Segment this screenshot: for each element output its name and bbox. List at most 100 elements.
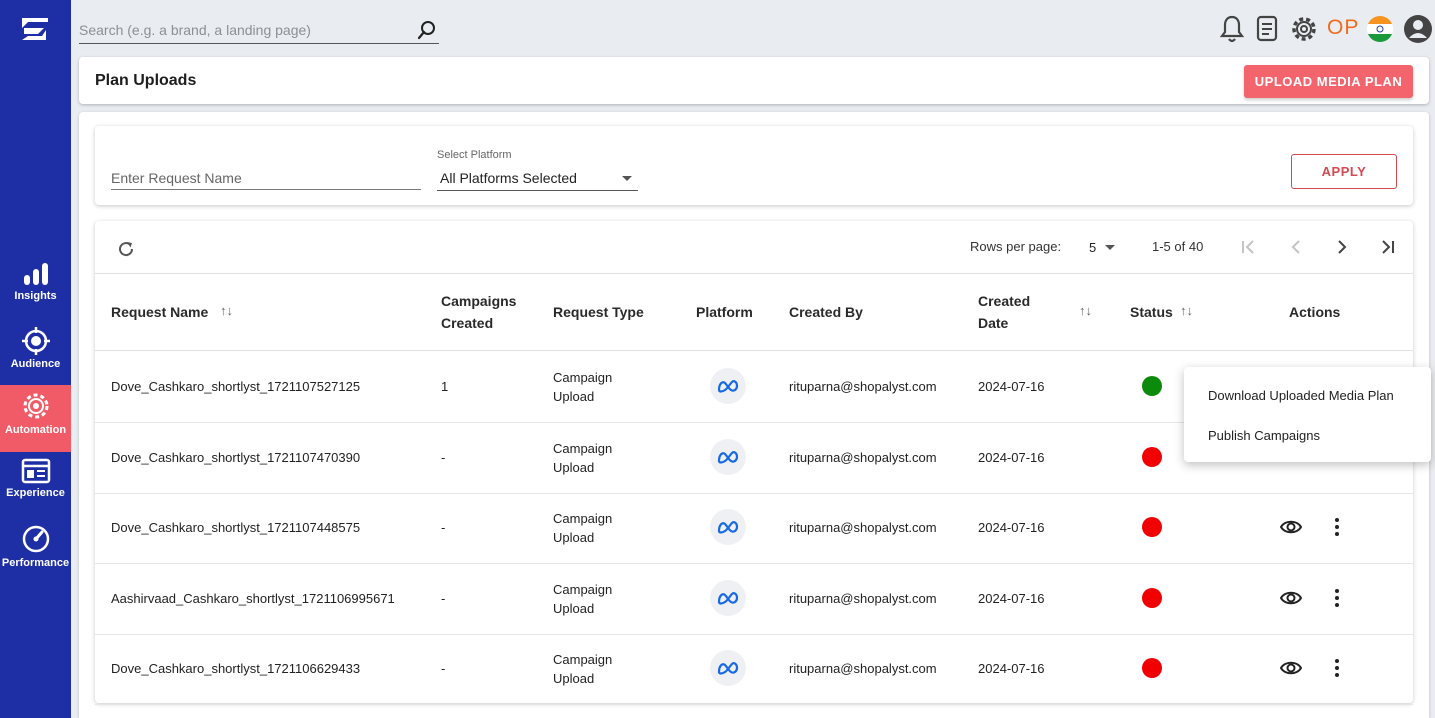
request-type-cell: Campaign Upload [553,580,612,618]
target-icon [21,327,50,355]
apply-button[interactable]: APPLY [1291,154,1397,189]
view-icon[interactable] [1280,658,1302,678]
created-by-cell: rituparna@shopalyst.com [789,520,937,535]
campaigns-created-cell: - [441,449,446,465]
sort-icon[interactable]: ↑↓ [1180,303,1193,318]
request-type-cell: Campaign Upload [553,650,612,688]
view-icon[interactable] [1280,517,1302,537]
platform-select[interactable]: All Platforms Selected [437,166,638,191]
bar-chart-icon [23,263,48,285]
table-header: Request Name ↑↓ Campaigns Created Reques… [95,273,1413,351]
column-header-created-date[interactable]: Created Date [978,290,1030,334]
avatar-icon[interactable] [1403,14,1433,44]
more-options-icon[interactable] [1333,658,1341,678]
status-indicator [1142,658,1162,678]
download-media-plan-menu-item[interactable]: Download Uploaded Media Plan [1208,388,1394,403]
previous-page-icon[interactable] [1288,237,1304,257]
created-date-cell: 2024-07-16 [978,379,1045,394]
more-options-icon[interactable] [1333,517,1341,537]
platform-select-value: All Platforms Selected [440,170,577,186]
pagination-range: 1-5 of 40 [1152,239,1204,254]
request-name-input[interactable] [111,166,421,190]
sidebar: Insights Audience Automation Experience [0,0,71,718]
rows-per-page-select[interactable]: 5 [1089,240,1096,255]
request-type-line: Campaign [553,652,613,667]
table-row: Dove_Cashkaro_shortlyst_1721106629433 - Ca… [95,634,1413,705]
gauge-icon [22,525,49,553]
sidebar-item-audience[interactable]: Audience [0,321,71,387]
status-indicator [1142,587,1162,608]
campaigns-created-cell: - [441,661,446,676]
sidebar-item-label: Experience [6,487,65,499]
campaigns-created-cell: 1 [441,379,449,394]
request-name-cell: Dove_Cashkaro_shortlyst_1721107527125 [111,379,361,394]
request-type-line: Campaign [553,370,613,385]
sidebar-item-label: Automation [4,424,67,436]
sort-icon[interactable]: ↑↓ [220,303,233,318]
column-header-status[interactable]: Status [1130,301,1173,323]
created-date-cell: 2024-07-16 [978,520,1045,535]
search-icon[interactable] [417,20,437,40]
created-date-cell: 2024-07-16 [978,590,1045,606]
table-row: Dove_Cashkaro_shortlyst_1721107448575 - Ca… [95,493,1413,564]
header-line: Date [978,315,1009,331]
filter-panel: Select Platform All Platforms Selected A… [95,126,1413,205]
user-initials[interactable]: OP [1327,16,1359,40]
uploads-table: Rows per page: 5 1-5 of 40 Request Name … [95,221,1413,705]
sidebar-item-performance[interactable]: Performance [0,518,71,584]
request-type-cell: Campaign Upload [553,439,612,477]
request-type-line: Upload [553,530,595,545]
more-options-icon[interactable] [1333,588,1341,608]
document-icon[interactable] [1255,14,1279,44]
view-icon[interactable] [1280,588,1302,608]
meta-platform-icon [710,368,746,404]
first-page-icon[interactable] [1240,237,1256,257]
settings-icon[interactable] [1289,14,1319,44]
search-input[interactable] [79,18,409,42]
sidebar-item-label: Audience [10,358,61,370]
last-page-icon[interactable] [1380,237,1396,257]
sidebar-item-label: Insights [14,290,57,302]
rows-per-page-label: Rows per page: [970,239,1062,254]
brand-logo-icon[interactable] [20,16,50,42]
created-by-cell: rituparna@shopalyst.com [789,590,937,606]
request-type-line: Campaign [553,581,613,597]
sidebar-item-label: Performance [1,557,70,569]
row-actions-menu: Download Uploaded Media Plan Publish Cam… [1184,367,1431,462]
meta-platform-icon [710,650,746,686]
page-title: Plan Uploads [95,72,197,89]
meta-platform-icon [710,438,746,475]
status-indicator [1142,376,1162,396]
column-header-created-by: Created By [789,304,863,320]
sidebar-item-insights[interactable]: Insights [0,255,71,321]
request-type-line: Upload [553,671,595,686]
sidebar-item-experience[interactable]: Experience [0,452,71,518]
request-type-cell: Campaign Upload [553,509,612,547]
india-flag-icon[interactable] [1365,14,1395,44]
upload-media-plan-button[interactable]: UPLOAD MEDIA PLAN [1244,65,1413,98]
request-type-line: Upload [553,389,595,404]
column-header-request-name[interactable]: Request Name [111,301,208,323]
header-line: Created [978,293,1031,309]
column-header-campaigns-created: Campaigns Created [441,290,516,334]
status-indicator [1142,517,1162,537]
request-name-cell: Dove_Cashkaro_shortlyst_1721106629433 [111,661,361,676]
request-type-line: Upload [553,600,595,616]
bell-icon[interactable] [1219,14,1245,44]
refresh-icon[interactable] [117,240,135,258]
status-indicator [1142,446,1162,467]
campaigns-created-cell: - [441,520,446,535]
created-by-cell: rituparna@shopalyst.com [789,379,937,394]
column-header-request-type: Request Type [553,304,644,320]
table-row: Aashirvaad_Cashkaro_shortlyst_1721106995… [95,564,1413,635]
sort-icon[interactable]: ↑↓ [1079,303,1092,318]
request-type-line: Campaign [553,440,613,456]
meta-platform-icon [710,579,746,616]
caret-down-icon [1105,245,1115,250]
browser-icon [21,458,50,484]
next-page-icon[interactable] [1334,237,1350,257]
publish-campaigns-menu-item[interactable]: Publish Campaigns [1208,428,1320,443]
sidebar-item-automation[interactable]: Automation [0,385,71,452]
created-date-cell: 2024-07-16 [978,449,1045,465]
created-by-cell: rituparna@shopalyst.com [789,449,937,465]
